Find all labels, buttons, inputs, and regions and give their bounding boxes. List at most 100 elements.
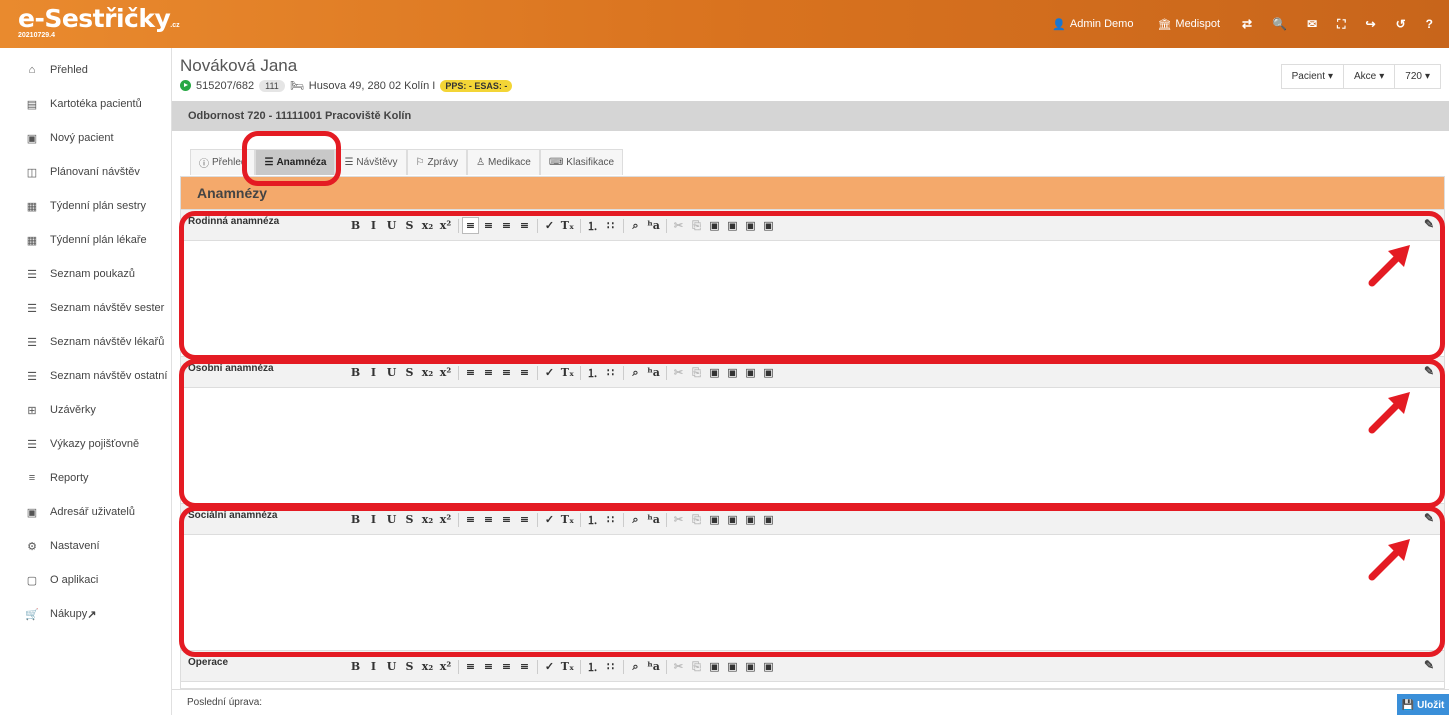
info-icon: ▢: [26, 574, 38, 587]
swap-icon[interactable]: ⇄: [1232, 17, 1262, 31]
logout-icon[interactable]: ↪: [1356, 17, 1386, 31]
sidebar-item[interactable]: ▦ Týdenní plán lékaře: [0, 223, 171, 257]
numbered-list-icon[interactable]: ⒈: [584, 658, 601, 675]
patient-dropdown[interactable]: Pacient ▾: [1280, 64, 1345, 89]
report-icon: ≡: [28, 472, 36, 484]
italic-icon[interactable]: I: [365, 658, 382, 675]
info-icon: ⓘ: [199, 159, 209, 170]
find-icon[interactable]: ⌕: [627, 658, 644, 675]
edit-icon[interactable]: ✎: [1424, 658, 1434, 672]
strike-icon[interactable]: S: [401, 658, 418, 675]
help-icon[interactable]: ?: [1416, 17, 1449, 31]
annotation-ring-tab: [242, 131, 341, 186]
tab-label: Klasifikace: [566, 157, 615, 168]
sidebar-item[interactable]: ▣ Nový pacient: [0, 121, 171, 155]
mail-icon[interactable]: ✉: [1297, 17, 1327, 31]
list-icon: ☰: [344, 157, 354, 168]
sidebar-item[interactable]: ▤ Kartotéka pacientů: [0, 87, 171, 121]
table-icon: ⊞: [27, 404, 37, 417]
sidebar-item[interactable]: ☰ Seznam návštěv lékařů: [0, 325, 171, 359]
sidebar-item[interactable]: ⚙ Nastavení: [0, 529, 171, 563]
format-brush-icon[interactable]: ✓: [541, 658, 558, 675]
list-icon: ☰: [27, 268, 37, 281]
paste-word-icon[interactable]: ▣: [742, 658, 759, 675]
tab-label: Zprávy: [427, 157, 459, 168]
sidebar-item-label: Uzávěrky: [50, 404, 96, 416]
insurance-badge: 111: [259, 79, 285, 92]
search-icon[interactable]: 🔍: [1262, 17, 1297, 31]
sidebar-item-label: Seznam poukazů: [50, 268, 135, 280]
align-left-icon[interactable]: ≡: [462, 658, 479, 675]
toolbar-separator: [580, 659, 581, 674]
clear-format-icon[interactable]: Tₓ: [559, 658, 576, 675]
toolbar-separator: [666, 659, 667, 674]
akce-dropdown[interactable]: Akce ▾: [1343, 64, 1396, 89]
sidebar-item[interactable]: ▢ O aplikaci: [0, 563, 171, 597]
sidebar-item[interactable]: ≡ Reporty: [0, 461, 171, 495]
sidebar-item-label: Adresář uživatelů: [50, 506, 135, 518]
tab-klasifikace[interactable]: ⌨ Klasifikace: [539, 149, 624, 175]
tab-zpravy[interactable]: ⚐ Zprávy: [406, 149, 468, 175]
sidebar-item-label: Týdenní plán sestry: [50, 200, 146, 212]
pps-badge: PPS: - ESAS: -: [440, 79, 513, 92]
paste-icon[interactable]: ▣: [706, 658, 723, 675]
align-center-icon[interactable]: ≡: [480, 658, 497, 675]
tab-label: Medikace: [488, 157, 531, 168]
caret-down-icon: ▾: [1379, 71, 1385, 82]
align-justify-icon[interactable]: ≡: [516, 658, 533, 675]
sidebar-item[interactable]: ☰ Seznam návštěv ostatní: [0, 359, 171, 393]
tab-label: Návštěvy: [356, 157, 398, 168]
bullet-list-icon[interactable]: ∷: [602, 658, 619, 675]
annotation-ring-editor: [179, 359, 1445, 508]
patient-name: Nováková Jana: [180, 56, 298, 75]
paste-html-icon[interactable]: ▣: [760, 658, 777, 675]
sidebar-item-label: Seznam návštěv sester: [50, 302, 165, 314]
bold-icon[interactable]: B: [347, 658, 364, 675]
sidebar-item-label: Výkazy pojišťovně: [50, 438, 140, 450]
org-menu[interactable]: 🏛 Medispot: [1145, 18, 1232, 31]
flag-icon: ⚐: [415, 157, 425, 168]
toolbar-separator: [623, 659, 624, 674]
address-book-icon: ▣: [26, 506, 38, 519]
annotation-arrow: [1368, 392, 1410, 434]
sidebar-item[interactable]: ◫ Plánovaní návštěv: [0, 155, 171, 189]
sidebar-item[interactable]: 🛒 Nákupy ↗: [0, 597, 171, 631]
editor-text-area[interactable]: [181, 682, 1444, 688]
sidebar-item[interactable]: ☰ Seznam návštěv sester: [0, 291, 171, 325]
sidebar-item[interactable]: ▦ Týdenní plán sestry: [0, 189, 171, 223]
sidebar-item[interactable]: ☰ Výkazy pojišťovně: [0, 427, 171, 461]
fullscreen-icon[interactable]: ⛶: [1327, 17, 1355, 32]
paste-text-icon[interactable]: ▣: [724, 658, 741, 675]
code-dropdown[interactable]: 720 ▾: [1394, 64, 1441, 89]
calendar-icon: ▦: [26, 234, 38, 247]
save-button[interactable]: 💾 Uložit: [1397, 694, 1449, 715]
toolbar-separator: [458, 659, 459, 674]
sidebar-item[interactable]: ⊞ Uzávěrky: [0, 393, 171, 427]
save-label: Uložit: [1417, 699, 1445, 711]
sidebar-item[interactable]: ⌂ Přehled: [0, 53, 171, 87]
align-right-icon[interactable]: ≡: [498, 658, 515, 675]
sidebar-item-label: Reporty: [50, 472, 89, 484]
tab-medikace[interactable]: ♙ Medikace: [467, 149, 540, 175]
replace-icon[interactable]: ʰa: [645, 658, 662, 675]
caret-down-icon: ▾: [1327, 71, 1334, 82]
tab-navstevy[interactable]: ☰ Návštěvy: [335, 149, 407, 175]
sidebar-item[interactable]: ▣ Adresář uživatelů: [0, 495, 171, 529]
org-name: Medispot: [1175, 18, 1221, 30]
editor-label: Operace: [188, 657, 229, 668]
list-icon: ☰: [27, 336, 37, 349]
sidebar-item-label: Nastavení: [50, 540, 100, 552]
sidebar-item[interactable]: ☰ Seznam poukazů: [0, 257, 171, 291]
history-icon[interactable]: ↺: [1386, 17, 1416, 31]
user-menu[interactable]: 👤 Admin Demo: [1040, 18, 1145, 31]
copy-icon[interactable]: ⎘: [688, 658, 705, 675]
superscript-icon[interactable]: x²: [437, 658, 454, 675]
user-icon: 👤: [1052, 18, 1066, 31]
app-logo[interactable]: e-Sestřičky.cz 20210729.4: [18, 4, 180, 39]
sidebar-item-label: Přehled: [50, 64, 88, 76]
underline-icon[interactable]: U: [383, 658, 400, 675]
cut-icon[interactable]: ✂: [670, 658, 687, 675]
subscript-icon[interactable]: x₂: [419, 658, 436, 675]
patient-address: Husova 49, 280 02 Kolín I: [308, 79, 436, 92]
list-icon: ☰: [27, 370, 37, 383]
